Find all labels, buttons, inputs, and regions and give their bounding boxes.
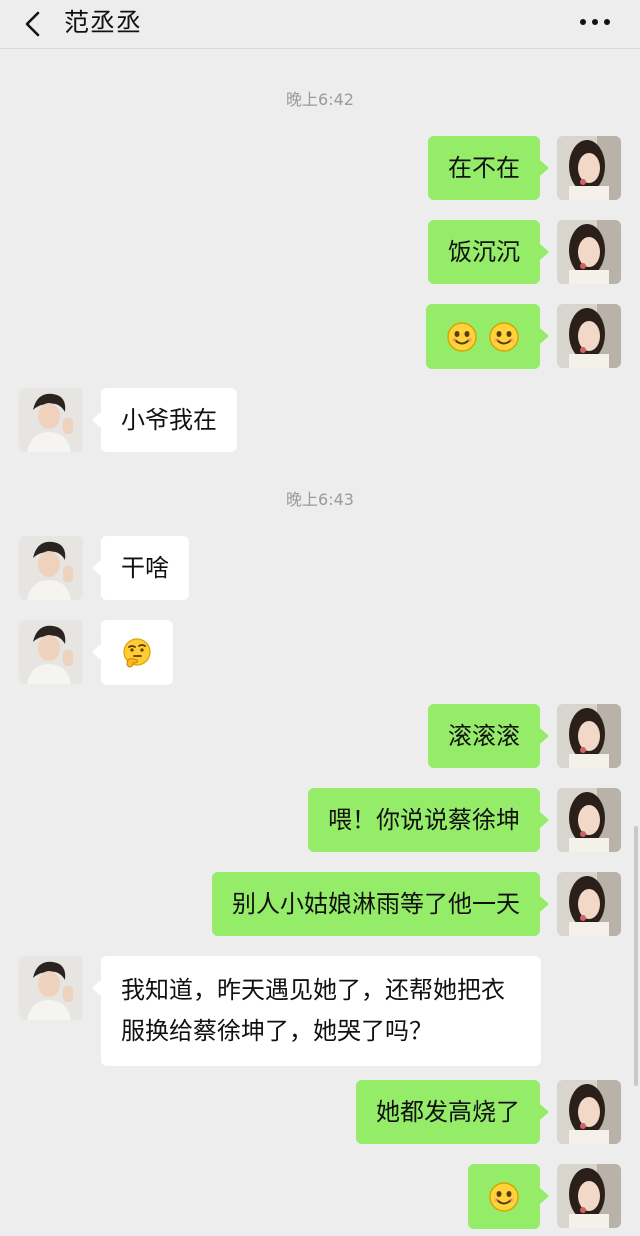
message-bubble[interactable] bbox=[92, 620, 173, 685]
avatar[interactable] bbox=[19, 620, 83, 684]
timestamp: 晚上6:43 bbox=[286, 490, 354, 509]
message-bubble[interactable] bbox=[468, 1164, 549, 1229]
avatar[interactable] bbox=[557, 1080, 621, 1144]
message-bubble[interactable]: 我知道，昨天遇见她了，还帮她把衣服换给蔡徐坤了，她哭了吗？ bbox=[92, 956, 541, 1066]
message-bubble[interactable]: 滚滚滚 bbox=[428, 704, 549, 768]
avatar[interactable] bbox=[557, 788, 621, 852]
avatar[interactable] bbox=[19, 956, 83, 1020]
message-bubble[interactable]: 小爷我在 bbox=[92, 388, 237, 452]
message-bubble[interactable]: 喂！你说说蔡徐坤 bbox=[308, 788, 549, 852]
message-bubble[interactable]: 她都发高烧了 bbox=[356, 1080, 549, 1144]
message-bubble[interactable]: 干啥 bbox=[92, 536, 189, 600]
avatar[interactable] bbox=[557, 1164, 621, 1228]
avatar[interactable] bbox=[557, 704, 621, 768]
avatar[interactable] bbox=[19, 536, 83, 600]
avatar[interactable] bbox=[19, 388, 83, 452]
more-dots-icon[interactable] bbox=[578, 12, 612, 32]
chat-header: 范丞丞 bbox=[0, 0, 640, 49]
timestamp: 晚上6:42 bbox=[286, 90, 354, 109]
chevron-left-icon[interactable] bbox=[22, 10, 48, 38]
avatar[interactable] bbox=[557, 304, 621, 368]
avatar[interactable] bbox=[557, 136, 621, 200]
thinking-face-icon bbox=[123, 638, 151, 668]
message-bubble[interactable]: 在不在 bbox=[428, 136, 549, 200]
smile-icon bbox=[489, 1182, 519, 1212]
smile-icon bbox=[489, 322, 519, 352]
message-bubble[interactable]: 饭沉沉 bbox=[428, 220, 549, 284]
smile-icon bbox=[447, 322, 478, 352]
scrollbar[interactable] bbox=[634, 826, 638, 1086]
message-bubble[interactable]: 别人小姑娘淋雨等了他一天 bbox=[212, 872, 549, 936]
avatar[interactable] bbox=[557, 220, 621, 284]
message-bubble[interactable] bbox=[426, 304, 549, 369]
avatar[interactable] bbox=[557, 872, 621, 936]
chat-title: 范丞丞 bbox=[64, 8, 143, 37]
